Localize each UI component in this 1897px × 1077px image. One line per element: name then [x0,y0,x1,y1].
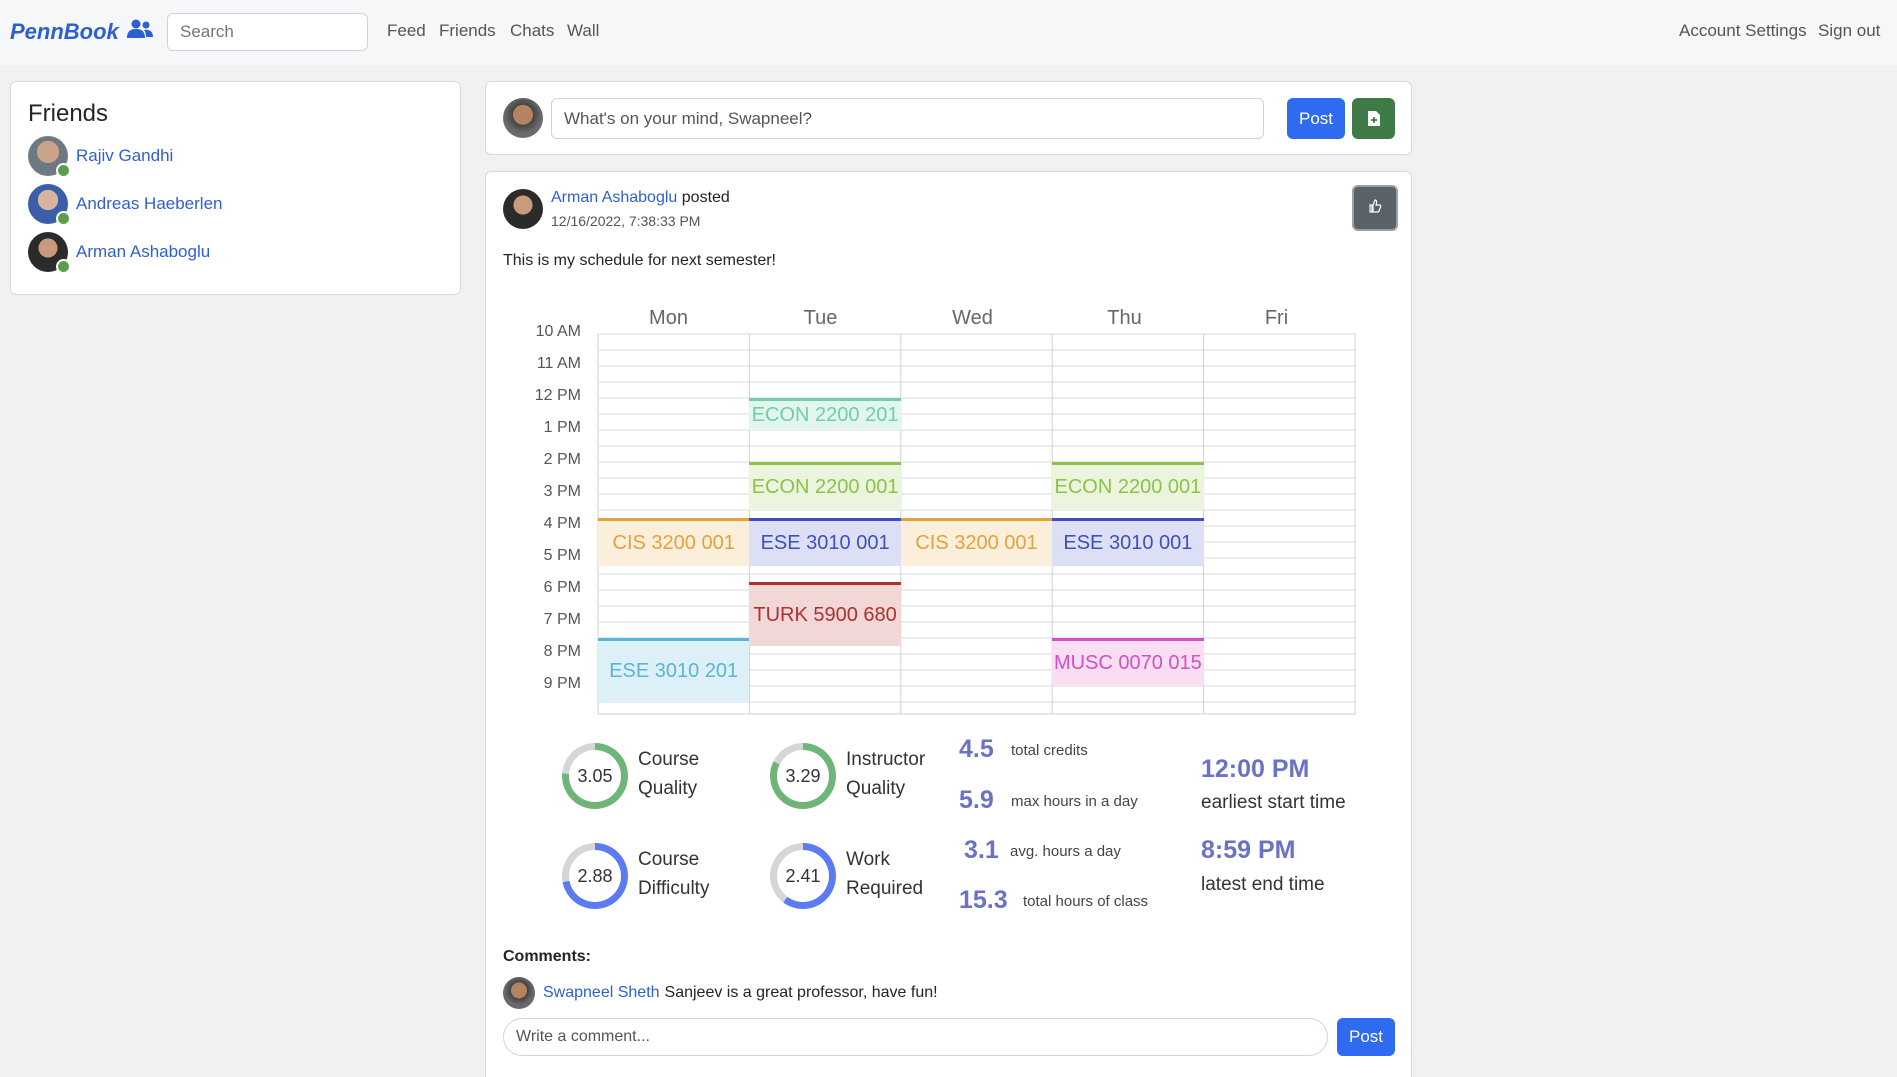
file-add-icon[interactable] [1352,98,1395,139]
comment-item: Swapneel Sheth Sanjeev is a great profes… [503,977,938,1009]
rating-label: Work Required [846,845,923,903]
rating-value: 3.29 [777,750,829,802]
rating-label-line: Course [638,749,700,770]
rating-ring: 3.29 [770,743,836,809]
stat-label: total credits [1011,742,1088,759]
stat-label: max hours in a day [1011,793,1138,810]
time-label: 8 PM [543,643,581,660]
rating-ring: 2.88 [562,843,628,909]
online-status-icon [56,259,71,274]
online-status-icon [56,211,71,226]
avatar [503,977,535,1009]
stat-value: 5.9 [959,786,994,814]
comment-text: Sanjeev is a great professor, have fun! [664,984,938,1001]
friend-item[interactable]: Arman Ashaboglu [28,232,210,274]
comment-author-link[interactable]: Swapneel Sheth [543,984,660,1002]
rating-label: Course Difficulty [638,845,709,903]
comment-post-button[interactable]: Post [1337,1018,1395,1056]
stat-label: total hours of class [1023,893,1149,910]
time-label: 1 PM [543,419,581,436]
search-input[interactable] [167,13,368,51]
latest-end-label: latest end time [1201,874,1325,895]
friends-card: Friends Rajiv Gandhi Andreas Haeberlen A… [10,81,461,295]
stat-value: 4.5 [959,735,994,763]
stat-value: 3.1 [964,836,999,864]
nav-wall[interactable]: Wall [567,21,599,41]
rating-label-line: Work [846,849,890,870]
time-label: 2 PM [543,451,581,468]
time-label: 10 AM [535,323,581,340]
nav-feed[interactable]: Feed [387,21,426,41]
nav-chats[interactable]: Chats [510,21,554,41]
friend-item[interactable]: Rajiv Gandhi [28,136,173,178]
day-label: Fri [1264,307,1289,329]
time-label: 7 PM [543,611,581,628]
course-block[interactable]: ECON 2200 001 [749,462,901,510]
avatar [503,98,543,138]
course-block[interactable]: ESE 3010 001 [749,518,901,566]
day-label: Wed [952,307,993,329]
nav-friends[interactable]: Friends [439,21,496,41]
post-card: Arman Ashaboglu posted 12/16/2022, 7:38:… [485,171,1412,1077]
friend-name[interactable]: Arman Ashaboglu [76,242,210,262]
rating-label-line: Instructor [846,749,926,770]
brand[interactable]: PennBook [10,19,153,45]
avatar [28,136,71,178]
rating-ring: 3.05 [562,743,628,809]
time-label: 12 PM [534,387,581,404]
post-composer: What's on your mind, Swapneel? Post [485,81,1412,155]
rating-value: 2.41 [777,850,829,902]
post-button[interactable]: Post [1287,98,1345,139]
friend-name[interactable]: Andreas Haeberlen [76,194,222,214]
course-block[interactable]: TURK 5900 680 [749,582,901,646]
day-label: Tue [803,307,838,329]
rating-label-line: Quality [846,778,906,799]
friend-item[interactable]: Andreas Haeberlen [28,184,222,226]
friends-title: Friends [28,100,109,127]
course-block[interactable]: ESE 3010 001 [1052,518,1204,566]
time-label: 6 PM [543,579,581,596]
brand-name[interactable]: PennBook [10,19,119,45]
rating-label: Course Quality [638,745,699,803]
course-block[interactable]: MUSC 0070 015 [1052,638,1204,686]
latest-end-value: 8:59 PM [1201,836,1296,864]
avatar [28,232,71,274]
rating-value: 2.88 [569,850,621,902]
time-label: 4 PM [543,515,581,532]
friend-name[interactable]: Rajiv Gandhi [76,146,173,166]
course-block[interactable]: CIS 3200 001 [900,518,1053,566]
status-input[interactable]: What's on your mind, Swapneel? [551,98,1264,139]
navbar: PennBook Feed Friends Chats Wall Account… [0,0,1897,65]
rating-value: 3.05 [569,750,621,802]
rating-ring: 2.41 [770,843,836,909]
course-block[interactable]: CIS 3200 001 [598,518,750,566]
rating-label-line: Quality [638,778,698,799]
day-label: Mon [649,307,688,329]
rating-label-line: Difficulty [638,878,710,899]
rating-label: Instructor Quality [846,745,925,803]
rating-label-line: Required [846,878,924,899]
time-label: 11 AM [536,355,581,372]
stat-value: 15.3 [959,886,1008,914]
online-status-icon [56,163,71,178]
time-label: 9 PM [543,675,581,692]
comment-input[interactable]: Write a comment... [503,1018,1328,1056]
stat-label: avg. hours a day [1010,843,1121,860]
account-settings-link[interactable]: Account Settings [1679,21,1807,41]
users-icon [126,19,153,45]
comments-title: Comments: [503,948,592,965]
time-label: 5 PM [543,547,581,564]
day-label: Thu [1107,307,1142,329]
earliest-start-value: 12:00 PM [1201,755,1310,783]
earliest-start-label: earliest start time [1201,792,1346,813]
course-block[interactable]: ECON 2200 001 [1052,462,1204,510]
course-block[interactable]: ECON 2200 201 [749,398,901,430]
course-block[interactable]: ESE 3010 201 [598,638,750,702]
time-label: 3 PM [543,483,581,500]
rating-label-line: Course [638,849,700,870]
avatar [28,184,71,226]
sign-out-link[interactable]: Sign out [1818,21,1880,41]
